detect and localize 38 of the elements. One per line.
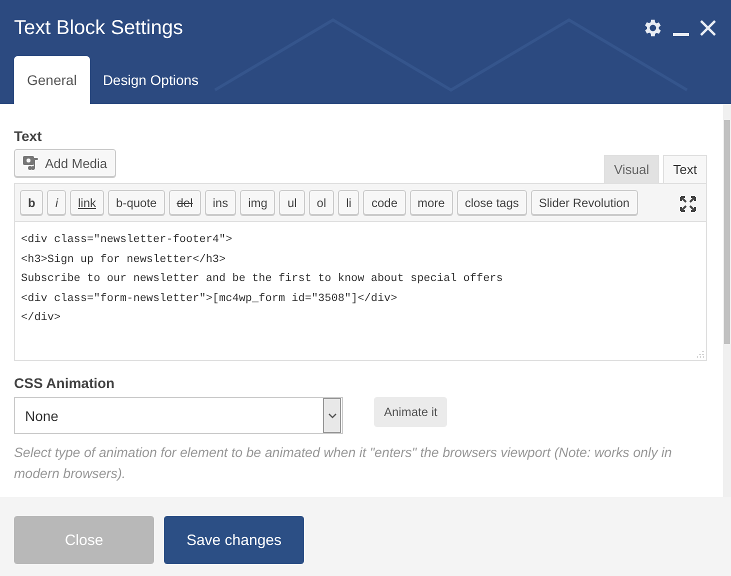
resize-grip-icon[interactable] [696,350,704,358]
scrollbar[interactable] [723,104,731,497]
format-button[interactable]: del [168,190,201,215]
animate-button[interactable]: Animate it [374,397,448,427]
chevron-down-icon [328,412,336,418]
format-button[interactable]: Slider Revolution [530,190,638,215]
tab[interactable]: Design Options [90,56,212,104]
format-button[interactable]: link [70,190,104,215]
tab[interactable]: General [14,56,90,104]
format-button[interactable]: b [20,190,44,215]
field-label: Text [14,128,43,144]
code-line: <div class="form-newsletter">[mc4wp_form id="3508"]</div> [21,292,398,307]
format-button[interactable]: img [240,190,276,215]
animation-select[interactable]: None [14,397,343,434]
code-line: <h3>Sign up for newsletter</h3> [21,252,226,268]
code-line: Subscribe to our newsletter and be the first to know about special offers [21,272,503,288]
format-button[interactable]: more [410,190,453,215]
format-button[interactable]: b-quote [108,190,165,215]
format-button[interactable]: i [47,190,66,215]
close-icon[interactable] [699,19,717,37]
window-title: Text Block Settings [14,16,184,40]
format-button[interactable]: code [363,190,406,215]
editor-mode-tab[interactable]: Visual [604,155,660,183]
code-line: </div> [21,311,61,326]
help-text: Select type of animation for element to be animated when it "enters" the browsers viewport (Note: works only in modern browsers). [14,444,673,483]
format-button[interactable]: ul [279,190,305,215]
editor-mode-tab[interactable]: Text [663,155,707,183]
code-editor[interactable] [14,222,707,361]
media-icon [23,155,40,171]
code-line: <div class="newsletter-footer4"> [21,233,232,248]
save-button[interactable]: Save changes [164,516,304,564]
format-button[interactable]: ol [308,190,334,215]
format-button[interactable]: li [338,190,360,215]
field-label: CSS Animation [14,375,116,391]
format-button[interactable]: ins [204,190,236,215]
format-button[interactable]: close tags [456,190,527,215]
fullscreen-icon[interactable] [680,196,696,212]
add-media-button[interactable]: Add Media [14,149,116,177]
